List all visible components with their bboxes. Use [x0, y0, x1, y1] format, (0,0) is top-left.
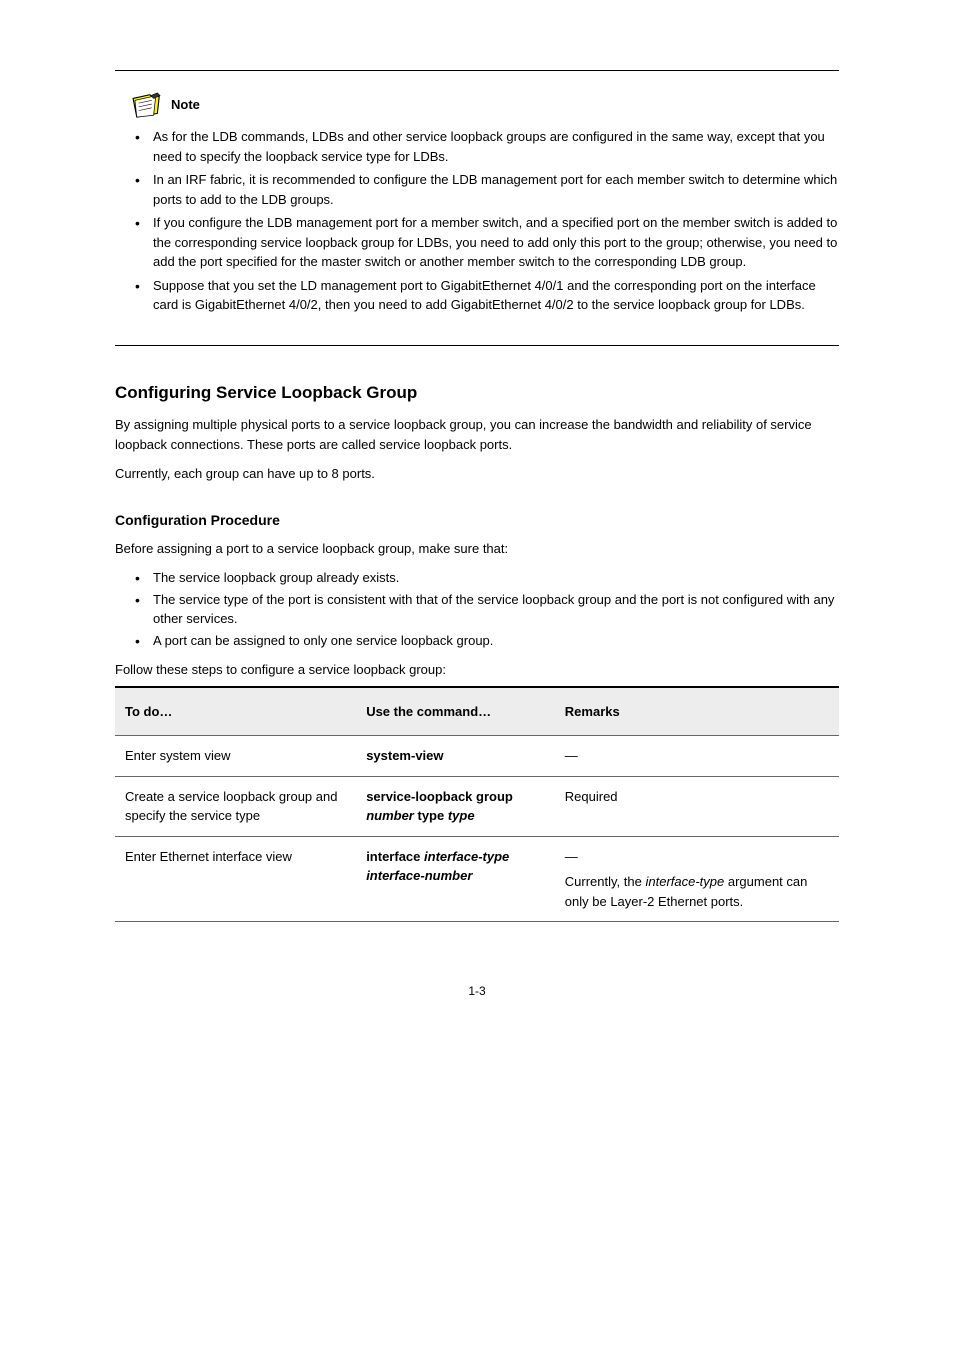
cmd-text: interface [366, 849, 420, 864]
page-number: 1-3 [115, 982, 839, 1000]
table-cell-cmd: service-loopback group number type type [356, 776, 555, 836]
remarks-text: Currently, the [565, 874, 642, 889]
note-item: If you configure the LDB management port… [129, 213, 839, 272]
cmd-arg: number [366, 808, 414, 823]
remarks-line2: Currently, the interface-type argument c… [565, 872, 829, 911]
note-list: As for the LDB commands, LDBs and other … [129, 127, 839, 315]
table-caption: Follow these steps to configure a servic… [115, 660, 839, 680]
section-intro: By assigning multiple physical ports to … [115, 415, 839, 454]
list-item: The service loopback group already exist… [129, 568, 839, 588]
table-header-cell: Remarks [555, 687, 839, 736]
table-cell-remarks: — [555, 736, 839, 777]
table-row: Enter Ethernet interface view interface … [115, 836, 839, 922]
note-bottom-rule [115, 345, 839, 346]
remarks-line1: — [565, 847, 829, 867]
command-table: To do… Use the command… Remarks Enter sy… [115, 686, 839, 923]
note-item: In an IRF fabric, it is recommended to c… [129, 170, 839, 209]
table-cell-todo: Enter system view [115, 736, 356, 777]
table-cell-cmd: system-view [356, 736, 555, 777]
table-row: Enter system view system-view — [115, 736, 839, 777]
cmd-text: service-loopback group [366, 789, 513, 804]
document-page: Note As for the LDB commands, LDBs and o… [0, 0, 954, 1350]
note-block: Note As for the LDB commands, LDBs and o… [115, 91, 839, 315]
subsection-intro: Before assigning a port to a service loo… [115, 539, 839, 559]
note-label: Note [171, 95, 200, 115]
top-rule [115, 70, 839, 71]
remarks-italic: interface-type [645, 874, 724, 889]
note-item: Suppose that you set the LD management p… [129, 276, 839, 315]
subsection-list: The service loopback group already exist… [129, 568, 839, 650]
table-cell-todo: Enter Ethernet interface view [115, 836, 356, 922]
cmd-text: type [417, 808, 444, 823]
table-header-row: To do… Use the command… Remarks [115, 687, 839, 736]
table-cell-cmd: interface interface-type interface-numbe… [356, 836, 555, 922]
table-header-cell: To do… [115, 687, 356, 736]
subsection-heading: Configuration Procedure [115, 510, 839, 531]
cmd-arg: type [448, 808, 475, 823]
list-item: The service type of the port is consiste… [129, 590, 839, 629]
table-header-cell: Use the command… [356, 687, 555, 736]
table-row: Create a service loopback group and spec… [115, 776, 839, 836]
section-heading: Configuring Service Loopback Group [115, 380, 839, 406]
note-header: Note [129, 91, 839, 119]
table-cell-todo: Create a service loopback group and spec… [115, 776, 356, 836]
section-intro2: Currently, each group can have up to 8 p… [115, 464, 839, 484]
note-icon [129, 91, 167, 119]
note-item: As for the LDB commands, LDBs and other … [129, 127, 839, 166]
table-cell-remarks: — Currently, the interface-type argument… [555, 836, 839, 922]
list-item: A port can be assigned to only one servi… [129, 631, 839, 651]
table-cell-remarks: Required [555, 776, 839, 836]
